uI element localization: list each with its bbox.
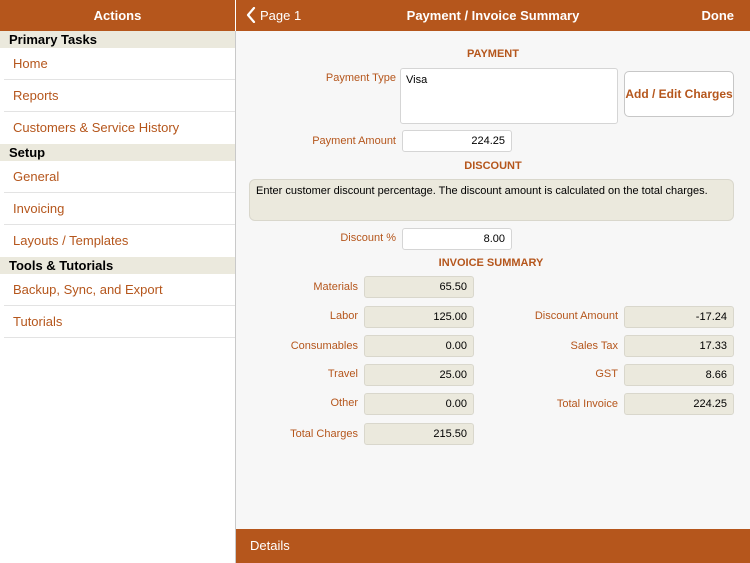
sidebar-item-general[interactable]: General [4,161,235,193]
payment-type-label: Payment Type [325,72,396,84]
page-title: Payment / Invoice Summary [406,8,580,23]
total-invoice-value: 224.25 [624,393,734,415]
consumables-label: Consumables [290,340,358,352]
section-header-primary-tasks: Primary Tasks [0,31,235,48]
add-edit-charges-button[interactable]: Add / Edit Charges [624,71,734,117]
payment-amount-label: Payment Amount [312,135,396,147]
materials-label: Materials [313,281,358,293]
payment-amount-field[interactable]: 224.25 [402,130,512,152]
back-button-label: Page 1 [260,7,302,23]
travel-value: 25.00 [364,364,474,386]
total-charges-value: 215.50 [364,423,474,445]
main-panel: PAYMENT Payment Type Visa Add / Edit Cha… [236,31,750,529]
labor-value: 125.00 [364,306,474,328]
sidebar-item-home[interactable]: Home [4,48,235,80]
sidebar: Primary Tasks Home Reports Customers & S… [0,31,236,563]
gst-value: 8.66 [624,364,734,386]
total-charges-label: Total Charges [290,428,358,440]
sidebar-item-reports[interactable]: Reports [4,80,235,112]
travel-label: Travel [327,368,358,380]
back-button[interactable]: Page 1 [246,7,301,23]
other-label: Other [330,397,358,409]
materials-value: 65.50 [364,276,474,298]
sidebar-item-tutorials[interactable]: Tutorials [4,306,235,338]
discount-section-title: DISCOUNT [464,160,522,172]
sidebar-item-backup[interactable]: Backup, Sync, and Export [4,274,235,306]
details-button[interactable]: Details [250,538,290,553]
labor-label: Labor [329,310,358,322]
consumables-value: 0.00 [364,335,474,357]
section-header-setup: Setup [0,144,235,161]
done-button[interactable]: Done [702,8,735,23]
sales-tax-label: Sales Tax [570,340,619,352]
sidebar-header: Actions [0,0,235,31]
sidebar-item-invoicing[interactable]: Invoicing [4,193,235,225]
other-value: 0.00 [364,393,474,415]
navigation-bar: Page 1 Payment / Invoice Summary Done [236,0,750,31]
discount-amount-value: -17.24 [624,306,734,328]
sidebar-title: Actions [93,8,142,23]
section-header-tools: Tools & Tutorials [0,257,235,274]
sales-tax-value: 17.33 [624,335,734,357]
payment-type-field[interactable]: Visa [400,68,618,124]
discount-percent-label: Discount % [340,232,396,244]
invoice-summary-title: INVOICE SUMMARY [438,257,544,269]
payment-section-title: PAYMENT [467,48,519,60]
chevron-left-icon [246,7,256,23]
discount-percent-field[interactable]: 8.00 [402,228,512,250]
discount-note: Enter customer discount percentage. The … [249,179,734,221]
sidebar-item-layouts[interactable]: Layouts / Templates [4,225,235,257]
total-invoice-label: Total Invoice [556,398,618,410]
sidebar-item-customers[interactable]: Customers & Service History [4,112,235,144]
gst-label: GST [595,368,618,380]
discount-amount-label: Discount Amount [534,310,618,322]
bottom-toolbar: Details [236,529,750,563]
